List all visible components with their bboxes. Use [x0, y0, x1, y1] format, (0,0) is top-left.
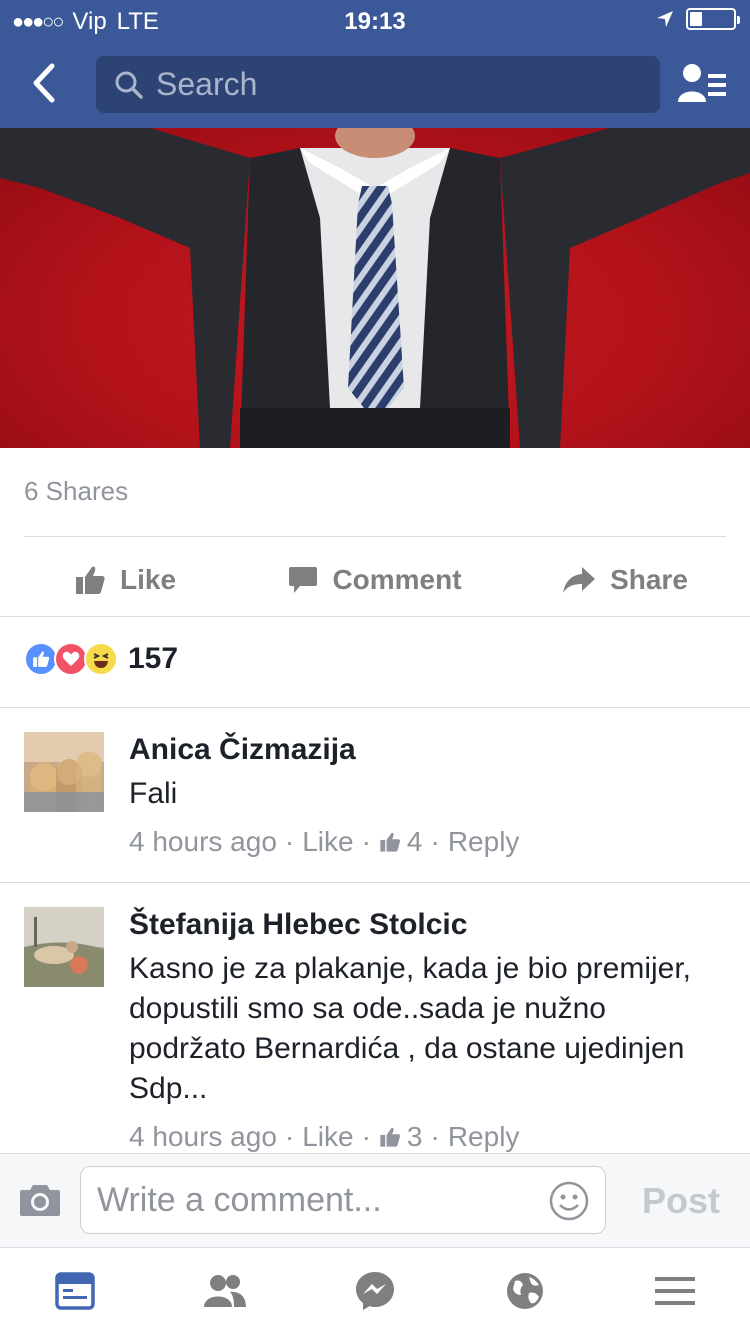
status-time: 19:13 [344, 8, 406, 35]
comment-like-count[interactable]: 3 [407, 1121, 423, 1153]
post-button[interactable]: Post [642, 1180, 720, 1222]
search-placeholder: Search [156, 66, 258, 102]
comment-author[interactable]: Štefanija Hlebec Stolcic [129, 907, 726, 943]
avatar[interactable] [24, 732, 104, 812]
status-right [656, 8, 740, 30]
comment-body: Štefanija Hlebec Stolcic Kasno je za pla… [129, 907, 726, 1153]
tab-friends[interactable] [150, 1248, 300, 1334]
comment-bubble-icon [289, 567, 318, 593]
hamburger-menu-icon [655, 1277, 695, 1305]
thumbs-up-icon [380, 1127, 400, 1147]
comment-like-button[interactable]: Like [302, 1121, 353, 1153]
emoji-button[interactable] [548, 1180, 590, 1227]
navigation-bar: Search [0, 40, 750, 128]
person-list-icon [678, 64, 726, 102]
comment-label: Comment [332, 564, 462, 595]
separator-dot: · [361, 826, 371, 857]
back-button[interactable] [24, 60, 70, 106]
comment-meta: 4 hours ago · Like · 3 · Reply [129, 1121, 726, 1153]
comment-time[interactable]: 4 hours ago [129, 1121, 277, 1153]
camera-icon [20, 1185, 60, 1216]
news-feed-icon [55, 1272, 95, 1310]
comment-placeholder: Write a comment... [97, 1180, 382, 1219]
friends-icon [204, 1275, 246, 1307]
share-label: Share [610, 564, 688, 595]
search-icon [115, 71, 143, 99]
comment-reply-button[interactable]: Reply [448, 826, 520, 858]
separator-dot: · [430, 826, 440, 857]
comment-input[interactable]: Write a comment... [80, 1166, 606, 1234]
post-photo[interactable] [0, 128, 750, 448]
post-actions: Like Comment Share [0, 545, 750, 615]
like-reaction-icon [24, 642, 58, 676]
smiley-icon [549, 1181, 589, 1221]
messenger-icon [356, 1272, 394, 1310]
globe-icon [507, 1273, 543, 1309]
camera-button[interactable] [18, 1182, 62, 1223]
reactions-summary[interactable]: 157 [24, 642, 178, 676]
share-arrow-icon [563, 567, 596, 593]
top-bar: ●●●○○ Vip LTE 19:13 Search [0, 0, 750, 128]
comment-like-count[interactable]: 4 [407, 826, 423, 858]
separator-dot: · [430, 1121, 440, 1152]
divider [24, 536, 726, 537]
thumbs-up-icon [380, 832, 400, 852]
comment-button[interactable]: Comment [250, 545, 500, 615]
photo-illustration [0, 128, 750, 448]
haha-reaction-icon [84, 642, 118, 676]
comment-text: Kasno je za plakanje, kada je bio premij… [129, 952, 692, 1105]
comment-time[interactable]: 4 hours ago [129, 826, 277, 858]
avatar[interactable] [24, 907, 104, 987]
tab-notifications[interactable] [450, 1248, 600, 1334]
chevron-left-icon [33, 63, 55, 103]
tab-messenger[interactable] [300, 1248, 450, 1334]
tab-menu[interactable] [600, 1248, 750, 1334]
separator-dot: · [361, 1121, 371, 1152]
like-label: Like [119, 564, 177, 595]
comment-reply-button[interactable]: Reply [448, 1121, 520, 1153]
divider [0, 707, 750, 708]
search-input[interactable]: Search [96, 56, 660, 113]
comment-author[interactable]: Anica Čizmazija [129, 732, 726, 768]
thumbs-up-icon [75, 566, 105, 594]
divider [0, 616, 750, 617]
tab-bar [0, 1247, 750, 1334]
status-bar: ●●●○○ Vip LTE 19:13 [0, 0, 750, 40]
comment-body: Anica Čizmazija Fali 4 hours ago · Like … [129, 732, 726, 858]
divider [0, 882, 750, 883]
location-arrow-icon [657, 11, 673, 27]
like-button[interactable]: Like [0, 545, 250, 615]
separator-dot: · [284, 1121, 295, 1152]
share-button[interactable]: Share [500, 545, 750, 615]
friend-requests-button[interactable] [678, 62, 728, 106]
shares-count[interactable]: 6 Shares [24, 476, 128, 507]
reactions-count: 157 [128, 642, 179, 675]
separator-dot: · [284, 826, 295, 857]
comment-text: Fali [129, 777, 178, 810]
comment-like-button[interactable]: Like [302, 826, 353, 858]
battery-icon [686, 8, 740, 30]
tab-news-feed[interactable] [0, 1248, 150, 1334]
comment-meta: 4 hours ago · Like · 4 · Reply [129, 826, 726, 858]
love-reaction-icon [54, 642, 88, 676]
comment-composer: Write a comment... Post [0, 1153, 750, 1247]
